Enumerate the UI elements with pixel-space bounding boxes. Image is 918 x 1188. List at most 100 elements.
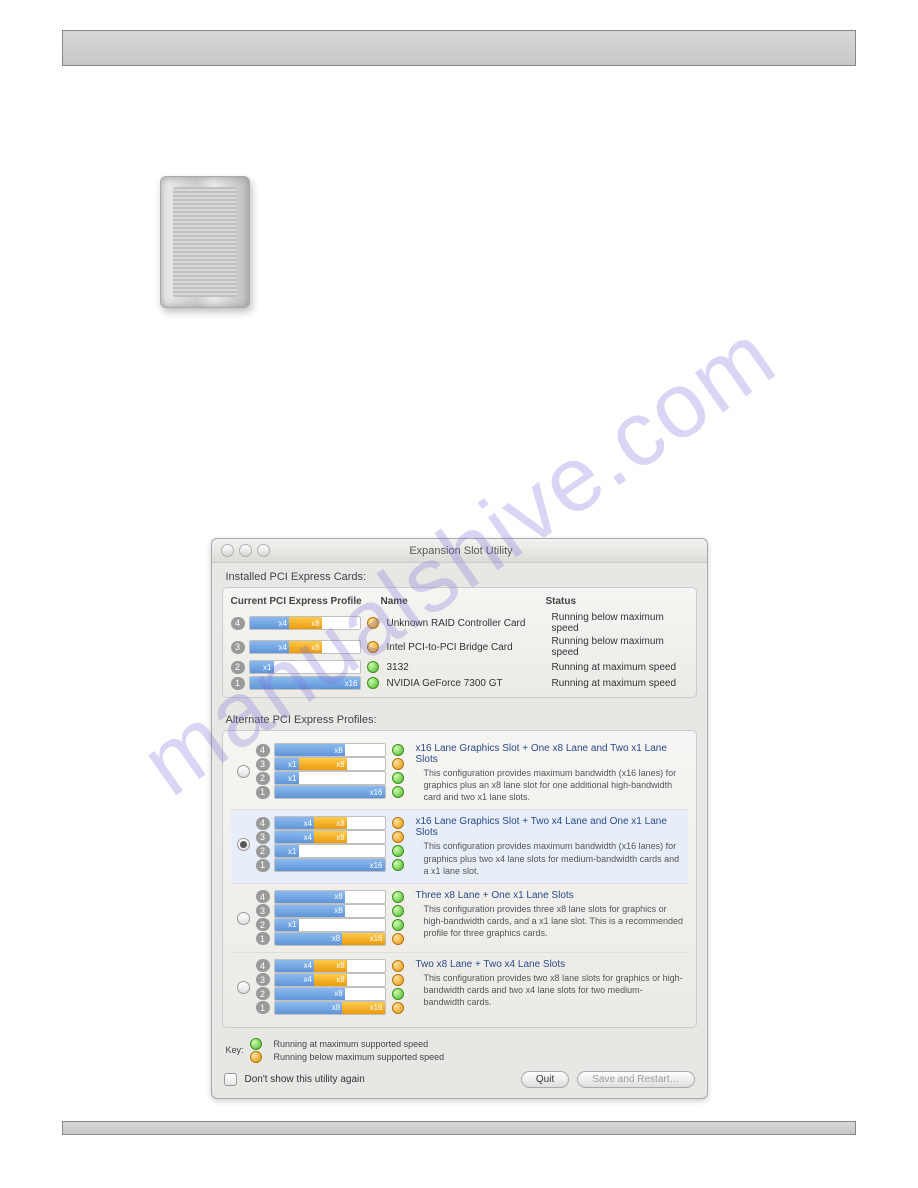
table-row: 1x16NVIDIA GeForce 7300 GTRunning at max… bbox=[231, 675, 688, 691]
slot-number-badge: 1 bbox=[256, 1001, 270, 1014]
lane-bar: x16 bbox=[249, 676, 361, 690]
profile-radio[interactable] bbox=[237, 765, 250, 778]
lane-segment: x16 bbox=[275, 786, 385, 798]
status-dot-green-icon bbox=[250, 1038, 262, 1050]
slot-row: 2x8 bbox=[256, 987, 412, 1001]
lane-segment: x8 bbox=[289, 617, 322, 629]
slot-number-badge: 1 bbox=[231, 677, 245, 690]
mac-pro-tower-image bbox=[160, 176, 250, 308]
slot-row: 2x1 bbox=[256, 918, 412, 932]
lane-bar: x1 bbox=[274, 771, 386, 785]
lane-segment: x8 bbox=[314, 960, 347, 972]
slot-number-badge: 3 bbox=[256, 831, 270, 844]
lane-bar: x4x8 bbox=[274, 973, 386, 987]
alternate-heading: Alternate PCI Express Profiles: bbox=[212, 706, 707, 730]
slot-row: 1x8x16 bbox=[256, 932, 412, 946]
lane-bar: x1x8 bbox=[274, 757, 386, 771]
slot-number-badge: 2 bbox=[231, 661, 245, 674]
profile-title: Three x8 Lane + One x1 Lane Slots bbox=[416, 890, 684, 901]
lane-segment: x16 bbox=[250, 677, 360, 689]
lane-segment: x8 bbox=[314, 831, 347, 843]
profile-description: Three x8 Lane + One x1 Lane Slots This co… bbox=[412, 890, 684, 939]
profile-title: x16 Lane Graphics Slot + One x8 Lane and… bbox=[416, 743, 684, 765]
profile-body: This configuration provides three x8 lan… bbox=[416, 903, 684, 939]
status-dot-icon bbox=[392, 960, 404, 972]
profile-body: This configuration provides maximum band… bbox=[416, 840, 684, 876]
slot-number-badge: 2 bbox=[256, 772, 270, 785]
status-dot-icon bbox=[392, 845, 404, 857]
lane-segment: x8 bbox=[289, 641, 322, 653]
lane-segment: x8 bbox=[299, 758, 347, 770]
profile-description: x16 Lane Graphics Slot + One x8 Lane and… bbox=[412, 743, 684, 803]
slot-row: 1 x16 bbox=[256, 858, 412, 872]
expansion-slot-utility-window: Expansion Slot Utility Installed PCI Exp… bbox=[211, 538, 708, 1099]
lane-segment: x16 bbox=[342, 1002, 384, 1014]
lane-segment: x8 bbox=[275, 891, 345, 903]
slot-number-badge: 1 bbox=[256, 859, 270, 872]
profile-radio[interactable] bbox=[237, 981, 250, 994]
slot-number-badge: 2 bbox=[256, 918, 270, 931]
lane-segment: x1 bbox=[275, 758, 299, 770]
table-header-row: Current PCI Express Profile Name Status bbox=[231, 594, 688, 611]
lane-segment: x4 bbox=[275, 831, 314, 843]
lane-segment: x4 bbox=[250, 641, 289, 653]
card-name: Unknown RAID Controller Card bbox=[387, 618, 552, 629]
profile-option[interactable]: 4 x4x8 3 x4x82x11 x16 x16 Lane Graphics Slot … bbox=[231, 809, 688, 882]
profile-option[interactable]: 4x4x83x4x82x81x8x16Two x8 Lane + Two x4 … bbox=[231, 952, 688, 1021]
lane-segment: x16 bbox=[275, 859, 385, 871]
slot-number-badge: 4 bbox=[256, 744, 270, 757]
slot-number-badge: 4 bbox=[231, 617, 245, 630]
slot-number-badge: 4 bbox=[256, 817, 270, 830]
lane-segment: x8 bbox=[275, 988, 345, 1000]
document-header-bar bbox=[62, 30, 856, 66]
lane-segment: x8 bbox=[275, 744, 345, 756]
profile-body: This configuration provides two x8 lane … bbox=[416, 972, 684, 1008]
slot-number-badge: 4 bbox=[256, 890, 270, 903]
status-dot-icon bbox=[392, 744, 404, 756]
profile-body: This configuration provides maximum band… bbox=[416, 767, 684, 803]
slot-number-badge: 3 bbox=[231, 641, 245, 654]
status-dot-icon bbox=[392, 919, 404, 931]
status-dot-icon bbox=[392, 831, 404, 843]
status-dot-icon bbox=[367, 677, 379, 689]
lane-bar: x8 bbox=[274, 987, 386, 1001]
dont-show-label: Don't show this utility again bbox=[245, 1074, 365, 1085]
table-row: 4x4x8Unknown RAID Controller CardRunning… bbox=[231, 611, 688, 635]
dont-show-checkbox[interactable] bbox=[224, 1073, 237, 1086]
profile-title: Two x8 Lane + Two x4 Lane Slots bbox=[416, 959, 684, 970]
table-row: 3x4x8Intel PCI-to-PCI Bridge CardRunning… bbox=[231, 635, 688, 659]
status-dot-icon bbox=[392, 817, 404, 829]
slot-row: 1x8x16 bbox=[256, 1001, 412, 1015]
slot-row: 2 x1 bbox=[256, 771, 412, 785]
status-dot-icon bbox=[392, 891, 404, 903]
save-restart-button[interactable]: Save and Restart… bbox=[577, 1071, 694, 1088]
profile-option[interactable]: 4x83x82x11x8x16Three x8 Lane + One x1 La… bbox=[231, 883, 688, 952]
slot-number-badge: 3 bbox=[256, 973, 270, 986]
lane-segment: x1 bbox=[275, 772, 299, 784]
status-dot-icon bbox=[367, 641, 379, 653]
profile-radio[interactable] bbox=[237, 912, 250, 925]
key-label: Key: bbox=[226, 1045, 244, 1055]
profile-description: x16 Lane Graphics Slot + Two x4 Lane and… bbox=[412, 816, 684, 876]
slot-row: 4x4x8 bbox=[256, 959, 412, 973]
key-orange-text: Running below maximum supported speed bbox=[274, 1052, 445, 1062]
slot-number-badge: 1 bbox=[256, 932, 270, 945]
status-dot-icon bbox=[392, 758, 404, 770]
lane-segment: x8 bbox=[275, 933, 343, 945]
quit-button[interactable]: Quit bbox=[521, 1071, 569, 1088]
slot-row: 1x16 bbox=[256, 785, 412, 799]
table-row: 2x13132Running at maximum speed bbox=[231, 659, 688, 675]
lane-bar: x4x8 bbox=[274, 830, 386, 844]
lane-bar: x4x8 bbox=[274, 959, 386, 973]
status-dot-icon bbox=[392, 905, 404, 917]
installed-panel: Current PCI Express Profile Name Status … bbox=[222, 587, 697, 698]
profile-option[interactable]: 4x83x1x82x11x16x16 Lane Graphics Slot + … bbox=[231, 737, 688, 809]
slot-row: 2x1 bbox=[256, 844, 412, 858]
lane-bar: x8 bbox=[274, 904, 386, 918]
slot-stack: 4 x4x8 3 x4x82x11 x16 bbox=[256, 816, 412, 872]
lane-segment: x1 bbox=[275, 845, 299, 857]
profile-radio[interactable] bbox=[237, 838, 250, 851]
slot-number-badge: 3 bbox=[256, 904, 270, 917]
slot-stack: 4x83x1x82x11x16 bbox=[256, 743, 412, 799]
profile-title: x16 Lane Graphics Slot + Two x4 Lane and… bbox=[416, 816, 684, 838]
